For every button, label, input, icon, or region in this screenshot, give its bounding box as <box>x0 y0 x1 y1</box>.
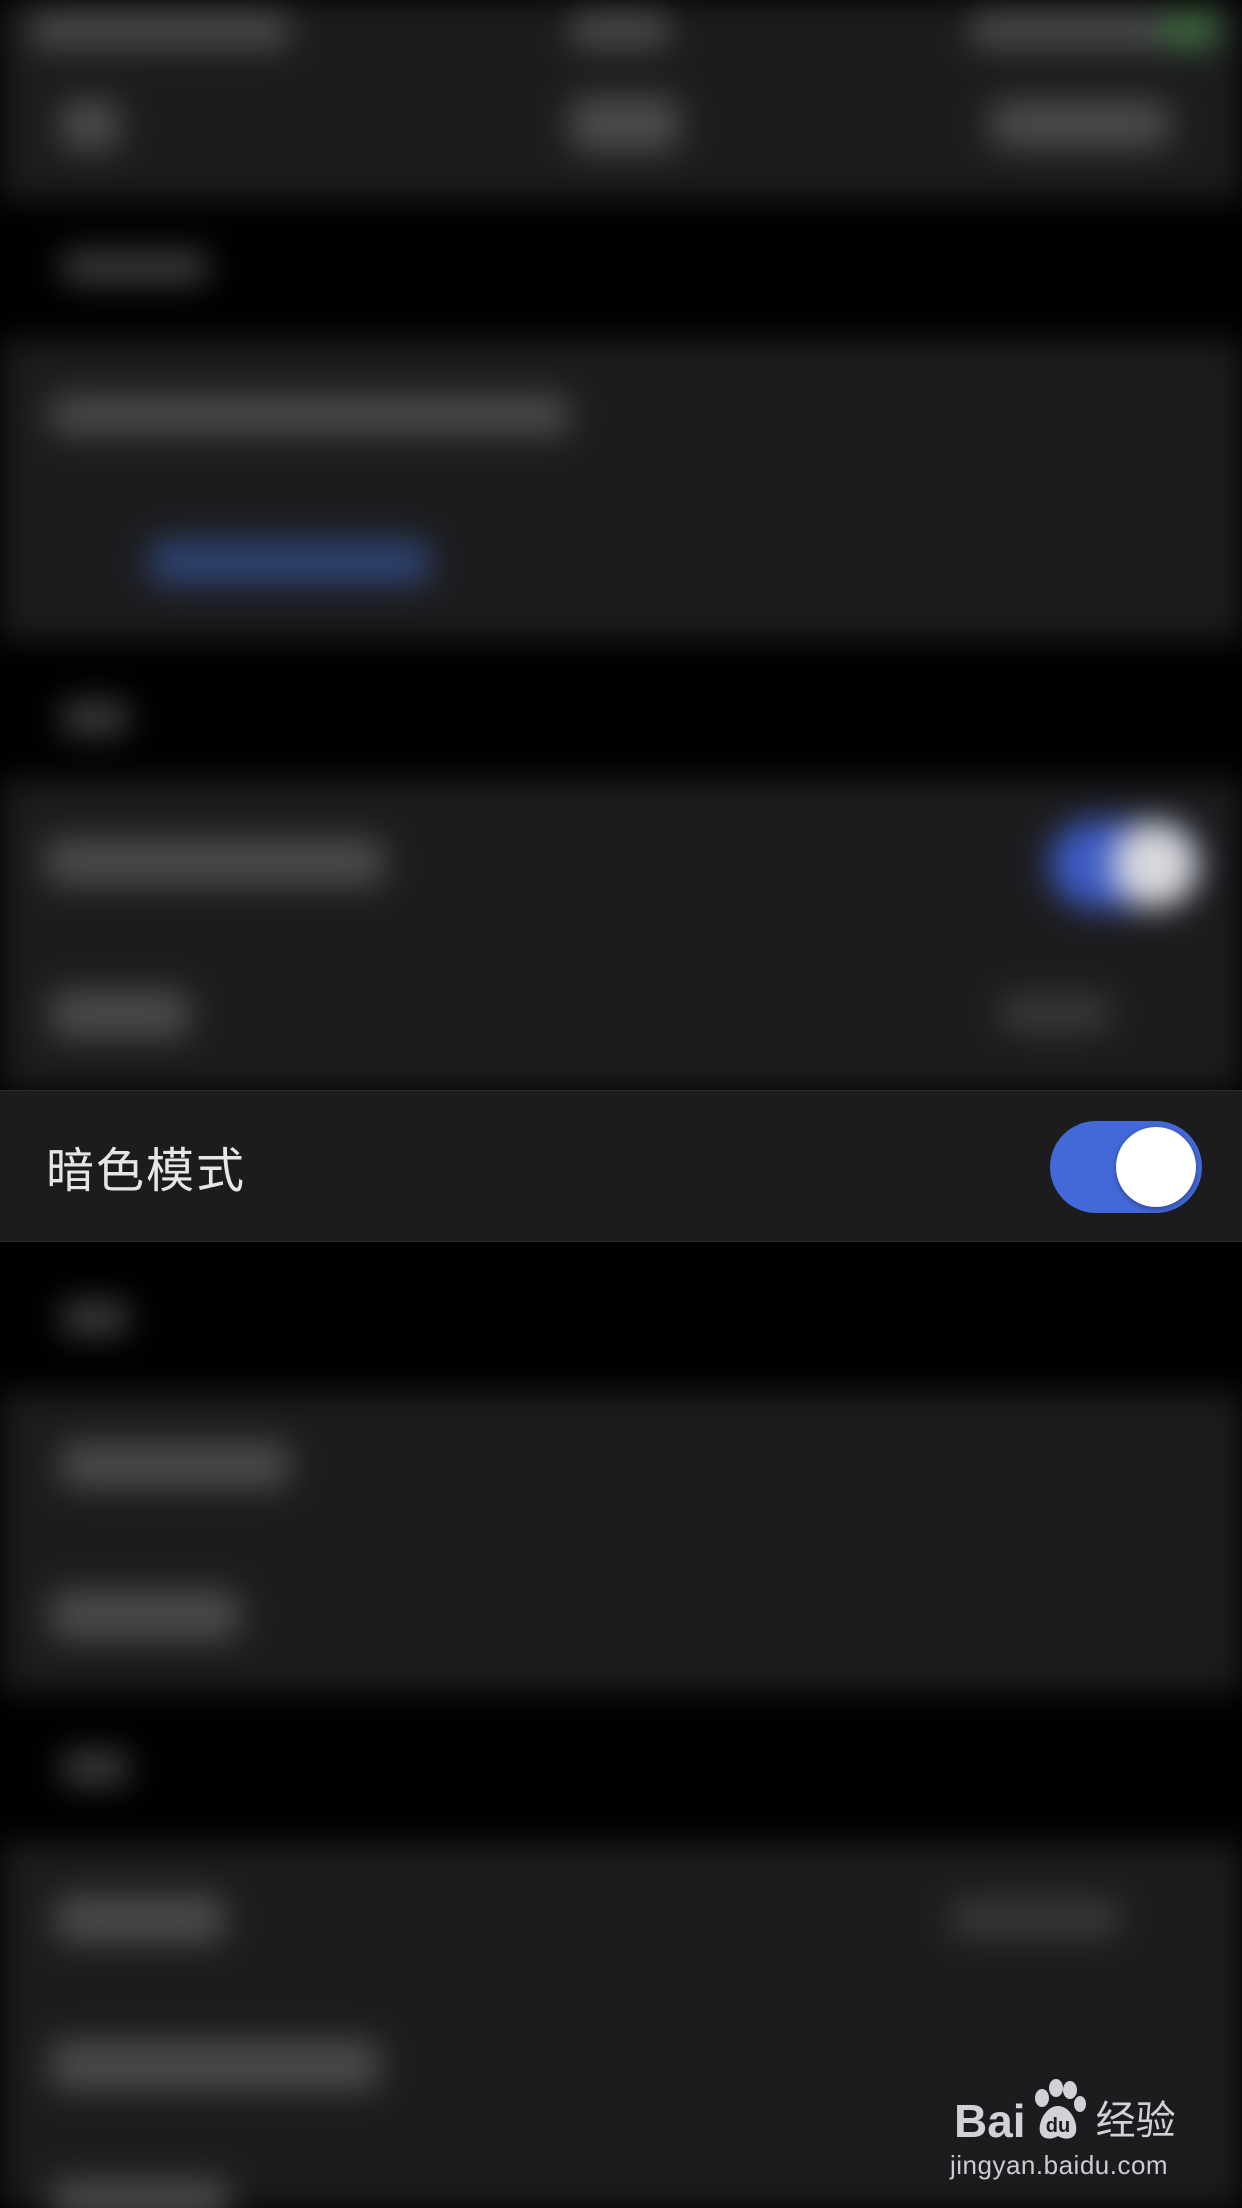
row-text-blurred <box>50 395 570 435</box>
watermark-jingyan-text: 经验 <box>1095 2098 1176 2144</box>
group-2-blurred <box>0 780 1242 1090</box>
status-icons-blurred <box>970 12 1170 48</box>
watermark-logo-text: Bai <box>954 2095 1026 2147</box>
group-1-blurred <box>0 340 1242 640</box>
baidu-paw-icon: du <box>1034 2079 1086 2139</box>
battery-blurred <box>1160 12 1220 48</box>
link-blurred <box>150 540 430 584</box>
section-header-blurred <box>60 250 210 284</box>
status-carrier-blurred <box>570 12 670 48</box>
nav-action-blurred <box>990 100 1170 148</box>
dark-mode-toggle[interactable] <box>1050 1121 1202 1213</box>
baidu-jingyan-watermark: Bai du 经验 jingyan.baidu.com <box>950 2070 1200 2190</box>
toggle-knob <box>1116 1127 1196 1207</box>
back-button-blurred <box>60 100 120 150</box>
watermark-logo: Bai du 经验 <box>954 2070 1176 2144</box>
status-time-blurred <box>30 12 290 48</box>
settings-screen: 暗色模式 Bai du 经验 jingyan.baidu.com <box>0 0 1242 2208</box>
dark-mode-row[interactable]: 暗色模式 <box>0 1090 1242 1242</box>
svg-text:du: du <box>1045 2115 1069 2137</box>
watermark-url: jingyan.baidu.com <box>950 2150 1169 2180</box>
dark-mode-label: 暗色模式 <box>46 1143 247 1199</box>
nav-title-blurred <box>570 96 680 152</box>
group-3-blurred <box>0 1392 1242 1692</box>
